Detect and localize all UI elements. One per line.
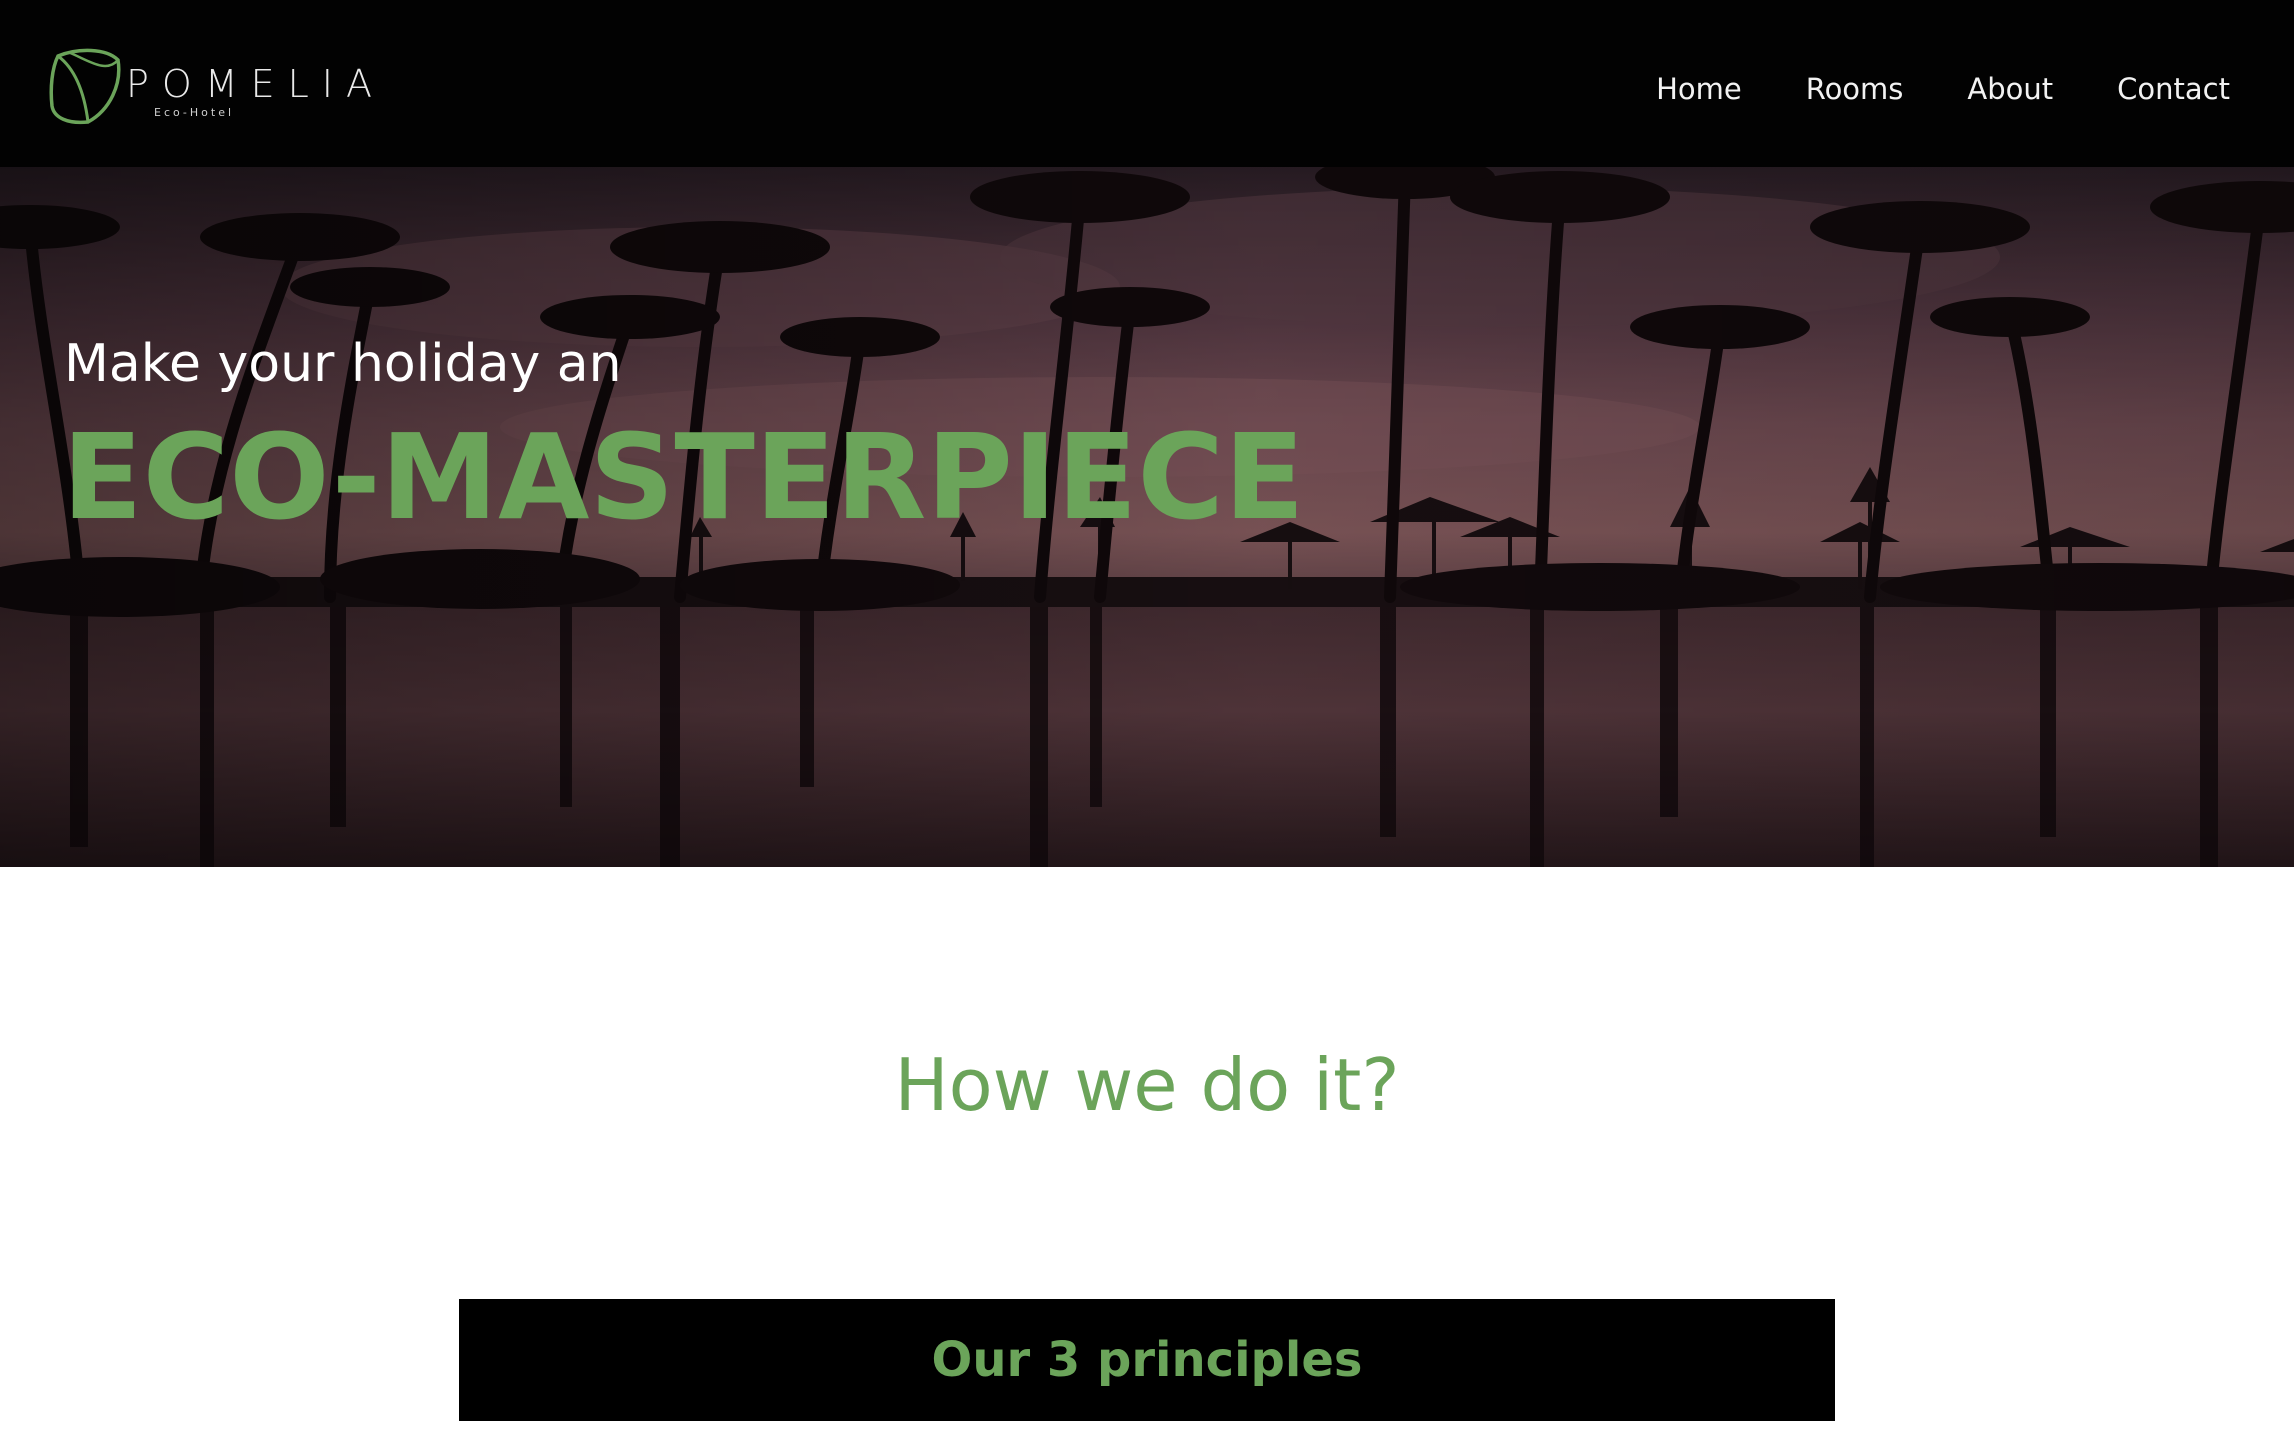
nav-home[interactable]: Home [1656,66,1742,112]
principles-heading: Our 3 principles [931,1332,1363,1388]
hero-subtitle: Make your holiday an [64,334,622,394]
leaf-icon [49,48,121,125]
nav-rooms[interactable]: Rooms [1806,66,1904,112]
nav-contact[interactable]: Contact [2117,66,2230,112]
hero-banner: Make your holiday an ECO-MASTERPIECE [0,167,2294,867]
site-header: POMELIA Eco-Hotel Home Rooms About Conta… [0,0,2294,167]
logo-wordmark: POMELIA [126,62,385,106]
main-nav: Home Rooms About Contact [1656,66,2230,112]
page: POMELIA Eco-Hotel Home Rooms About Conta… [0,0,2294,1440]
section-title: How we do it? [894,1043,1400,1127]
logo-link[interactable]: POMELIA Eco-Hotel [48,44,372,126]
nav-about[interactable]: About [1967,66,2053,112]
logo-tagline: Eco-Hotel [154,106,235,119]
hero-title: ECO-MASTERPIECE [62,408,1305,546]
principles-banner: Our 3 principles [459,1299,1835,1421]
